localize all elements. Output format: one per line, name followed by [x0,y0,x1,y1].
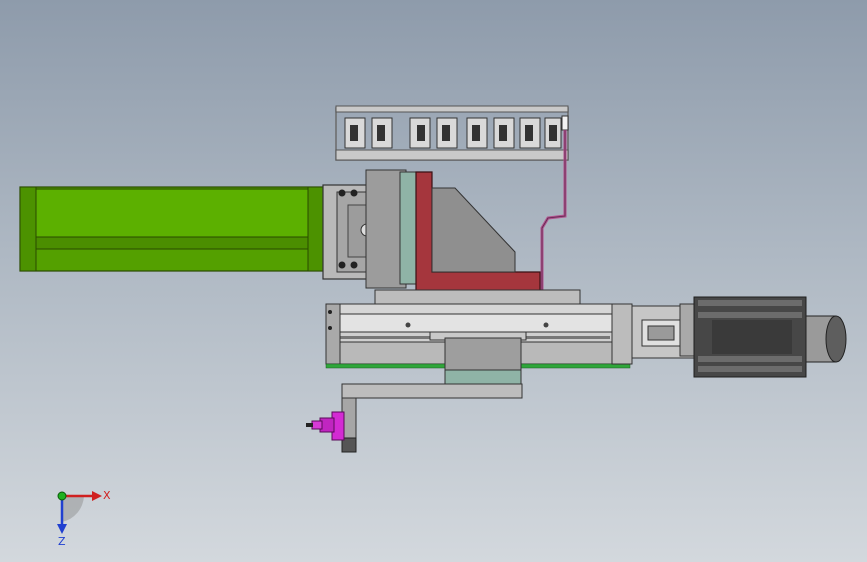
chain-link [519,117,562,149]
teal-spacer[interactable] [444,369,522,385]
chain-link [344,117,393,149]
chain-link [409,117,458,149]
magenta-nozzle[interactable] [306,411,345,441]
servo-motor[interactable] [693,296,847,378]
lower-bracket[interactable] [341,383,523,453]
chain-link [466,117,515,149]
coordinate-triad: X Z [57,489,111,548]
green-arm[interactable] [19,186,324,272]
slider-body[interactable] [444,337,522,371]
z-axis-label: Z [58,535,66,548]
cable-chain[interactable] [335,105,569,161]
cad-viewport[interactable]: X Z [0,0,867,562]
x-axis-label: X [103,489,111,502]
motor-coupling[interactable] [611,303,697,365]
teal-plate[interactable] [399,171,418,285]
gusset[interactable] [431,187,516,273]
y-axis-dot [57,491,67,501]
